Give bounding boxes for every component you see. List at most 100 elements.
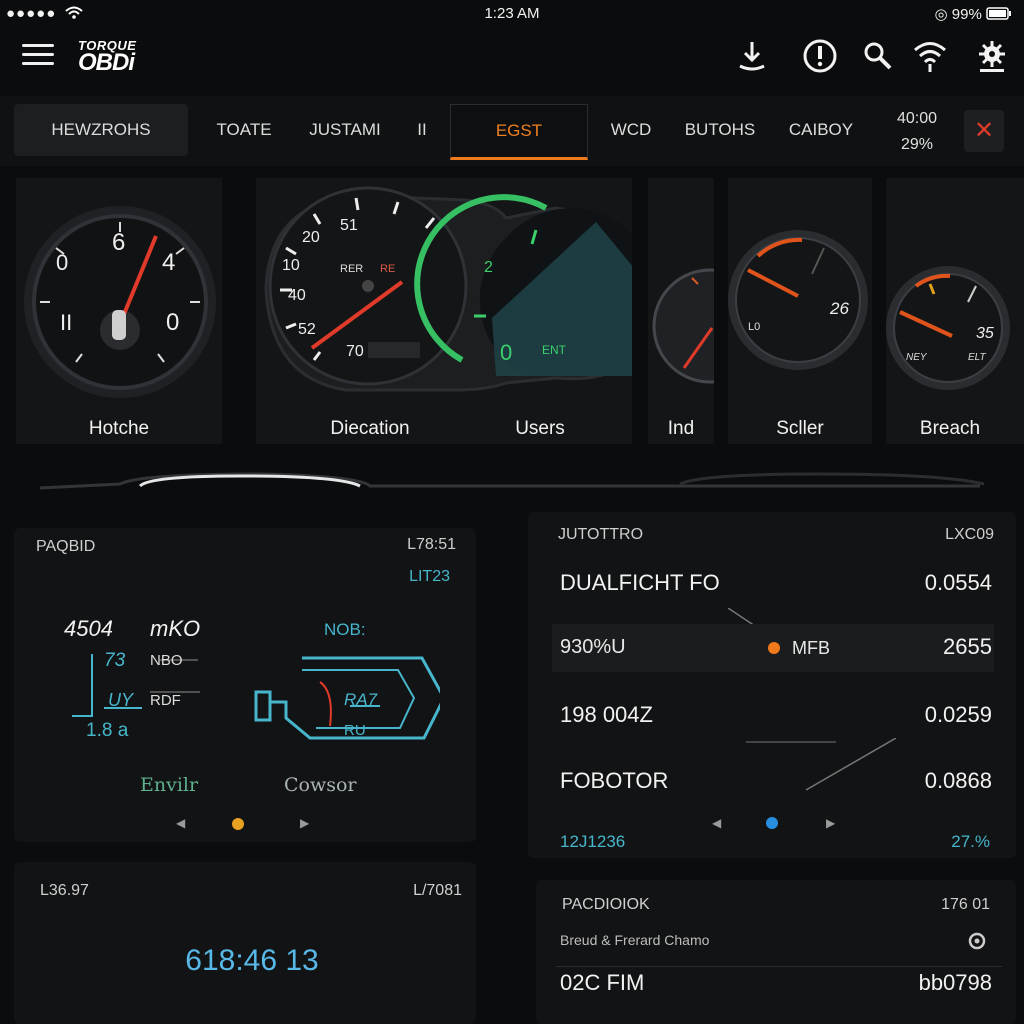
page-dot-active[interactable] [766, 817, 778, 829]
page-dot-active[interactable] [232, 818, 244, 830]
lock-rotation-icon: ◎ [934, 6, 948, 23]
gauge-panel-6[interactable]: 35 NEY ELT [886, 178, 1024, 444]
battery-icon [986, 7, 1011, 20]
footer-right[interactable]: Cowsor [284, 774, 357, 796]
gauge-label-6: Breach [919, 418, 981, 439]
gauge-panel-4[interactable] [648, 178, 768, 444]
speedo-sub: RER [340, 263, 363, 275]
row-value: bb0798 [918, 970, 992, 995]
row-label: 198 004Z [560, 702, 653, 727]
speedo-tick: 52 [298, 321, 316, 338]
row-mid: MFB [792, 638, 830, 658]
boost-tick: 35 [976, 325, 994, 342]
tab-6[interactable]: BUTOHS [676, 104, 764, 156]
engine-tick: RDF [150, 692, 181, 709]
green-tick: 0 [500, 340, 512, 365]
tab-7[interactable]: CAIBOY [776, 104, 866, 156]
engine-tick: 73 [104, 650, 126, 671]
tab-1[interactable]: TOATE [204, 104, 284, 156]
alert-icon[interactable] [802, 38, 838, 74]
engine-tick: 1.8 a [86, 720, 129, 741]
engine-card[interactable]: PAQBID L78:51 LIT23 4504 mKO 73 NBO UY R… [14, 528, 476, 842]
temp-gauge: 26 L0 [728, 230, 868, 370]
row-label: DUALFICHT FO [560, 570, 720, 595]
gauge-panel-1[interactable]: 6 4 0 0 II [16, 178, 222, 444]
temp-tick: 26 [829, 299, 849, 318]
next-arrow-icon[interactable]: ▶ [300, 816, 309, 830]
instrument-cluster: 10 20 40 52 51 70 RER RE 2 0 ENT [264, 186, 636, 392]
tab-5[interactable]: WCD [598, 104, 664, 156]
timer-value: 618:46 13 [185, 944, 319, 977]
temp-tick: L0 [748, 321, 760, 333]
tab-3[interactable]: II [404, 104, 440, 156]
wifi-icon[interactable] [912, 38, 948, 74]
gauge-tick: 0 [166, 309, 179, 336]
speedo-tick: 70 [346, 343, 364, 360]
close-button[interactable]: ✕ [964, 110, 1004, 152]
gauge-panel-5[interactable]: 26 L0 [728, 178, 872, 444]
settings-icon[interactable] [974, 38, 1010, 74]
boost-gauge: 35 NEY ELT [886, 266, 1010, 390]
footer-right: 27.% [951, 832, 990, 851]
card-code: L78:51 [407, 536, 456, 553]
gauge-tick: 0 [56, 250, 68, 275]
gauge-panel-cluster[interactable]: 10 20 40 52 51 70 RER RE 2 0 ENT [256, 178, 636, 444]
prev-arrow-icon[interactable]: ◀ [176, 816, 185, 830]
gauge-tick: 6 [112, 229, 125, 256]
card-code: 176 01 [941, 896, 990, 913]
prev-arrow-icon[interactable]: ◀ [712, 816, 721, 830]
row-value: 0.0259 [924, 702, 992, 727]
engine-tick: UY [108, 690, 134, 710]
boost-tick: ELT [968, 352, 986, 363]
divider [556, 966, 1002, 967]
data-list-card[interactable]: JUTOTTRO LXC09 DUALFICHT FO 0.0554 930%U… [528, 512, 1016, 858]
engine-sublabel: RA7 [344, 690, 378, 709]
search-icon[interactable] [860, 38, 896, 74]
row-value: 2655 [943, 634, 992, 659]
section-divider [40, 472, 984, 490]
footer-left: 12J1236 [560, 832, 626, 851]
tab-0[interactable]: HEWZROHS [14, 104, 188, 156]
footer-left[interactable]: Envilr [140, 774, 198, 796]
info-icon[interactable] [968, 932, 986, 950]
status-dot [768, 642, 780, 654]
row-label: 02C FIM [560, 970, 645, 995]
engine-tick: NBO [150, 652, 183, 669]
engine-sublabel: RU [344, 722, 366, 739]
tab-2[interactable]: JUSTAMI [300, 104, 390, 156]
gauge-label-1: Hotche [88, 418, 150, 439]
gauge-label-4: Ind [667, 418, 695, 439]
row-value: 0.0554 [924, 570, 992, 595]
engine-big-unit: mKO [150, 616, 201, 641]
card-title: L36.97 [40, 882, 89, 899]
timer-card[interactable]: L36.97 L/7081 618:46 13 [14, 862, 476, 1024]
gauge-tick: II [60, 310, 72, 335]
gauge-label-3: Users [515, 418, 565, 439]
row-value: 0.0868 [924, 768, 992, 793]
gauge-label-2: Diecation [330, 418, 410, 439]
green-tick: 2 [484, 259, 493, 276]
speedo-sub: RE [380, 263, 395, 275]
rpm-gauge: 6 4 0 0 II [24, 206, 216, 398]
card-sub: LIT23 [409, 568, 450, 585]
card-subtitle: Breud & Frerard Chamo [560, 932, 710, 948]
tab-4-active[interactable]: EGST [450, 104, 588, 160]
engine-big-value: 4504 [64, 616, 113, 641]
speedo-tick: 10 [282, 257, 300, 274]
download-icon[interactable] [734, 38, 770, 74]
speedo-tick: 20 [302, 229, 320, 246]
green-tick: ENT [542, 343, 567, 357]
app-logo: TORQUE OBDi [78, 38, 137, 76]
battery-indicator: ◎ 99% [935, 5, 1012, 23]
row-label: FOBOTOR [560, 768, 669, 793]
card-title: PAQBID [36, 538, 96, 555]
next-arrow-icon[interactable]: ▶ [826, 816, 835, 830]
menu-icon[interactable] [22, 44, 54, 68]
info-card[interactable]: PACDIOIOK 176 01 Breud & Frerard Chamo 0… [536, 880, 1016, 1024]
card-code: LXC09 [945, 526, 994, 543]
card-title: JUTOTTRO [558, 526, 644, 543]
card-code: L/7081 [413, 882, 462, 899]
gauge-partial [652, 268, 768, 384]
status-time: 1:23 AM [484, 5, 540, 22]
speedo-tick: 40 [288, 287, 306, 304]
